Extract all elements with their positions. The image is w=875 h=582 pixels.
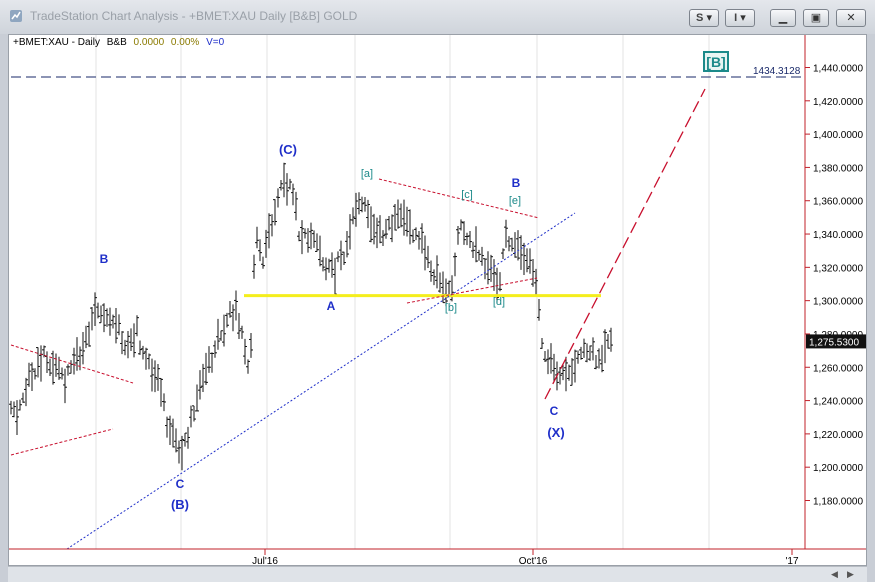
price-tick-label: 1,320.0000 [813, 263, 863, 274]
last-price-label: 1,275.5300 [809, 337, 859, 348]
red-triangle-lower [406, 277, 538, 304]
wave-label-e-sq: [e] [509, 195, 521, 207]
wave-label-X-right: (X) [547, 425, 564, 440]
chevron-down-icon: ▾ [706, 12, 712, 24]
window-title: TradeStation Chart Analysis - +BMET:XAU … [30, 9, 358, 23]
price-chart[interactable]: 1,440.0000 1,420.0000 1,400.0000 1,380.0000… [9, 35, 866, 565]
wave-label-B-left: B [100, 252, 109, 266]
close-icon: ✕ [846, 12, 856, 24]
insert-menu-label: I [734, 12, 738, 24]
grid-lines [95, 35, 710, 549]
price-tick-label: 1,200.0000 [813, 463, 863, 474]
price-tick-label: 1,340.0000 [813, 230, 863, 241]
symbol-label: +BMET:XAU - Daily [13, 37, 100, 48]
date-tick-label: Jul'16 [252, 556, 278, 565]
price-tick-label: 1,220.0000 [813, 430, 863, 441]
price-tick-label: 1,180.0000 [813, 497, 863, 508]
minimize-icon: ▁ [778, 12, 788, 24]
style-menu-button[interactable]: S ▾ [689, 9, 719, 27]
target-level-label: 1434.3128 [753, 66, 801, 77]
wave-label-d-sq: [d] [493, 296, 505, 308]
wave-label-A-mid: A [327, 299, 336, 313]
wave-label-a-sq: [a] [361, 168, 373, 180]
red-channel-lower [10, 428, 114, 456]
trend-lines [10, 76, 805, 550]
date-tick-label: Oct'16 [519, 556, 548, 565]
chevron-down-icon: ▾ [740, 12, 746, 24]
insert-menu-button[interactable]: I ▾ [725, 9, 755, 27]
price-tick-label: 1,240.0000 [813, 397, 863, 408]
price-tick-label: 1,380.0000 [813, 163, 863, 174]
wave-label-c-sq: [c] [461, 189, 473, 201]
scroll-right-icon[interactable]: ▶ [847, 569, 857, 579]
wave-label-B-target: [B] [706, 54, 725, 70]
wave-label-C-top: (C) [279, 142, 297, 157]
wave-label-C-bottom: C [176, 477, 185, 491]
study-value-3: V=0 [206, 37, 225, 48]
maximize-icon: ▣ [810, 12, 822, 24]
price-tick-label: 1,400.0000 [813, 130, 863, 141]
style-menu-label: S [696, 12, 704, 24]
price-bars [9, 162, 613, 471]
blue-trend-line [66, 212, 576, 550]
study-label: B&B [106, 37, 127, 48]
price-tick-label: 1,300.0000 [813, 297, 863, 308]
price-tick-label: 1,420.0000 [813, 97, 863, 108]
price-tick-label: 1,260.0000 [813, 363, 863, 374]
wave-label-B-right: B [512, 176, 521, 190]
title-bar[interactable]: TradeStation Chart Analysis - +BMET:XAU … [0, 0, 875, 34]
price-tick-label: 1,360.0000 [813, 197, 863, 208]
tradestation-logo-icon [10, 10, 22, 22]
horizontal-scrollbar[interactable]: ◀ ▶ [8, 566, 867, 582]
app-window: TradeStation Chart Analysis - +BMET:XAU … [0, 0, 875, 582]
close-button[interactable]: ✕ [836, 9, 866, 27]
red-projection-line [544, 88, 706, 400]
minimize-button[interactable]: ▁ [770, 9, 796, 27]
wave-label-C-right: C [550, 404, 559, 418]
date-tick-label: '17 [785, 556, 798, 565]
study-value-2: 0.00% [170, 37, 200, 48]
chart-area[interactable]: 1,440.0000 1,420.0000 1,400.0000 1,380.0000… [8, 34, 867, 566]
study-value-1: 0.0000 [133, 37, 165, 48]
price-axis: 1,440.0000 1,420.0000 1,400.0000 1,380.0000… [9, 35, 866, 565]
wave-label-B-bottom: (B) [171, 497, 189, 512]
symbol-info-line: +BMET:XAU - Daily B&B 0.0000 0.00% V=0 [13, 37, 224, 48]
scroll-left-icon[interactable]: ◀ [831, 569, 841, 579]
price-tick-label: 1,440.0000 [813, 64, 863, 75]
maximize-button[interactable]: ▣ [803, 9, 829, 27]
wave-label-b-sq: [b] [445, 302, 457, 314]
